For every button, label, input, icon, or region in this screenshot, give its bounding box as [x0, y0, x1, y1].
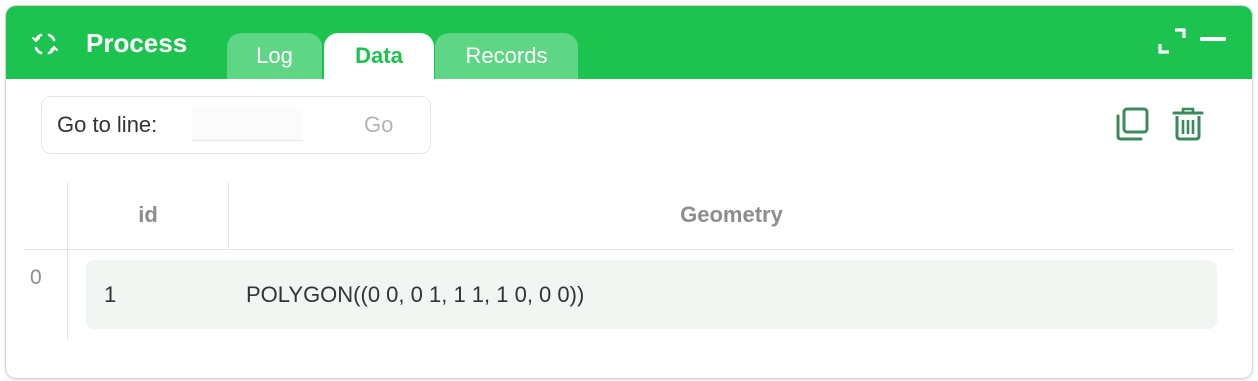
cell-id: 1 [104, 282, 117, 307]
tab-records[interactable]: Records [435, 33, 578, 79]
process-panel: Process Log Data Records Go to line: Go … [6, 6, 1252, 378]
goto-line-label: Go to line: [57, 112, 158, 137]
process-refresh-icon [32, 33, 58, 55]
table-header-border [24, 249, 1234, 250]
tab-data[interactable]: Data [324, 33, 434, 79]
goto-line-input[interactable] [192, 107, 303, 141]
table-row[interactable]: 1 POLYGON((0 0, 0 1, 1 1, 1 0, 0 0)) [86, 260, 1217, 329]
trash-icon[interactable] [1170, 106, 1206, 142]
row-index: 0 [30, 266, 42, 289]
tab-log[interactable]: Log [227, 33, 322, 79]
cell-geometry: POLYGON((0 0, 0 1, 1 1, 1 0, 0 0)) [246, 282, 585, 307]
minimize-icon[interactable] [1199, 34, 1227, 44]
column-header-geometry[interactable]: Geometry [229, 202, 1234, 228]
expand-icon[interactable] [1158, 28, 1186, 54]
panel-title: Process [86, 28, 188, 58]
copy-icon[interactable] [1114, 106, 1150, 142]
goto-go-button[interactable]: Go [364, 113, 393, 137]
goto-line-bar: Go to line: Go [41, 96, 431, 154]
panel-header: Process Log Data Records [6, 6, 1252, 79]
column-header-id[interactable]: id [68, 202, 228, 228]
